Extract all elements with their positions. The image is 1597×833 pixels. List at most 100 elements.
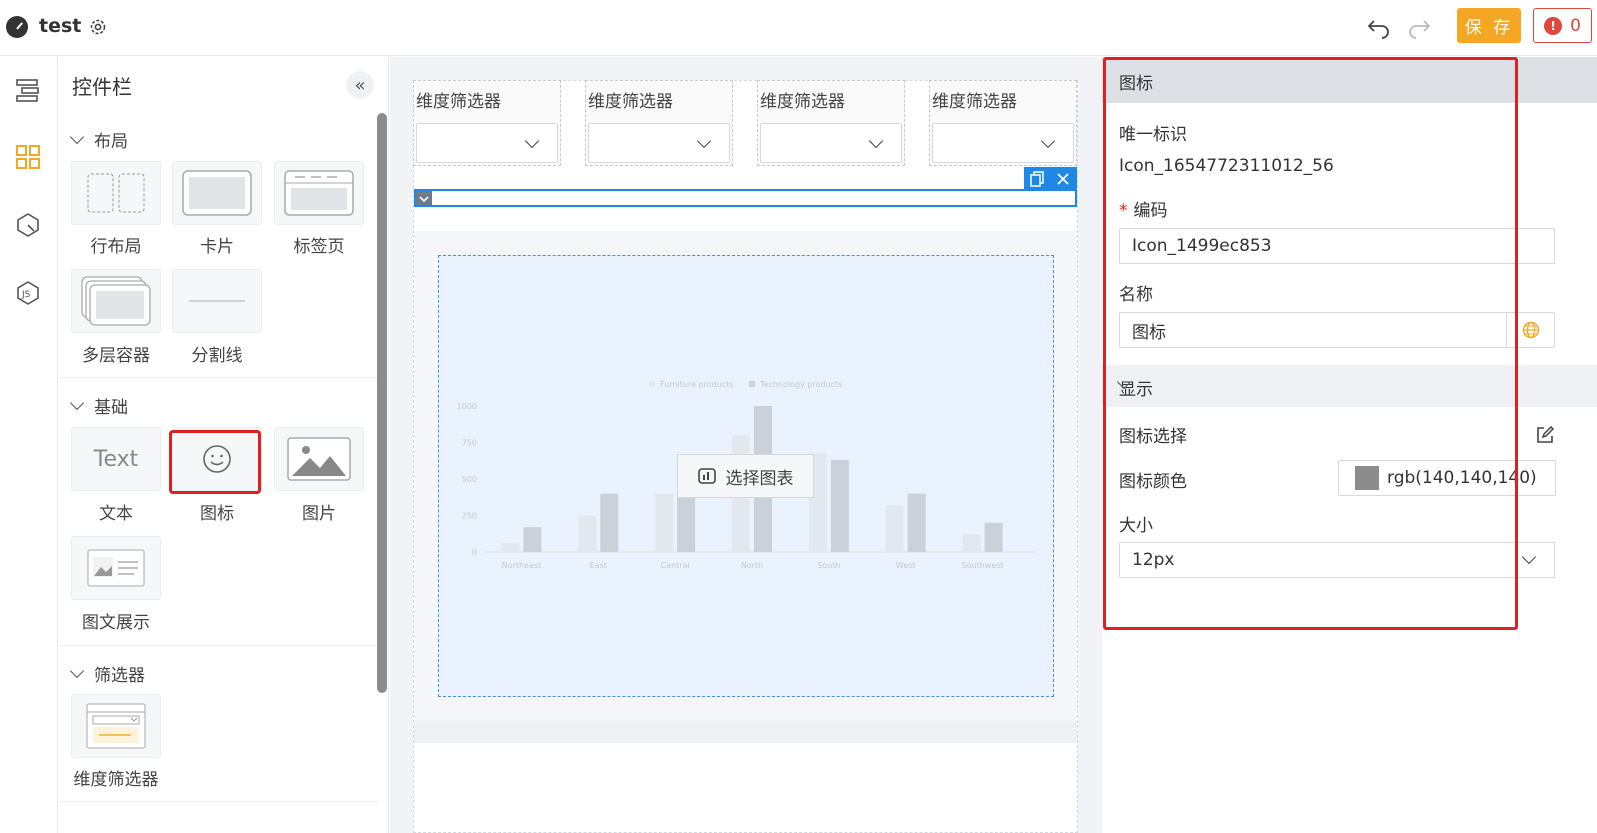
tile-label: 图标	[200, 504, 234, 524]
dimension-filter-widget[interactable]: 维度筛选器	[929, 80, 1077, 166]
filter-select[interactable]	[588, 123, 730, 163]
filter-select[interactable]	[932, 123, 1074, 163]
chart-bar	[523, 527, 542, 552]
size-label: 大小	[1119, 516, 1153, 536]
icon-color-value: rgb(140,140,140)	[1387, 468, 1537, 488]
tile-label: 图片	[302, 504, 336, 524]
x-tick-label: Central	[661, 561, 690, 570]
chart-bar	[655, 493, 674, 552]
group-divider	[59, 801, 377, 802]
tile-label: 多层容器	[82, 346, 150, 366]
canvas-strip	[414, 721, 1077, 743]
group-title: 布局	[94, 132, 128, 152]
widgets-grid-icon[interactable]	[14, 143, 42, 171]
chart-bar	[578, 515, 597, 552]
tile-image[interactable]	[274, 427, 364, 491]
filter-label: 维度筛选器	[416, 92, 501, 112]
filter-label: 维度筛选器	[760, 92, 845, 112]
filter-select[interactable]	[416, 123, 558, 163]
name-label: 名称	[1119, 285, 1153, 305]
tile-label: 图文展示	[82, 613, 150, 633]
legend-swatch	[749, 381, 755, 387]
left-icon-rail: JS	[0, 57, 58, 833]
chart-bar	[907, 493, 926, 552]
size-select[interactable]: 12px	[1119, 542, 1555, 578]
filter-select[interactable]	[760, 123, 902, 163]
tile-row-layout[interactable]	[71, 161, 161, 225]
dimension-filter-widget[interactable]: 维度筛选器	[585, 80, 733, 166]
group-divider	[59, 645, 377, 646]
y-tick-label: 250	[462, 512, 477, 521]
gear-icon[interactable]	[88, 17, 108, 37]
display-section-header[interactable]: 显示	[1102, 365, 1597, 407]
image-text-icon	[87, 549, 145, 587]
chevron-down-icon	[1040, 133, 1056, 149]
icon-color-picker[interactable]: rgb(140,140,140)	[1338, 460, 1556, 496]
component-hexagon-icon[interactable]	[14, 211, 42, 239]
legend-entry: Technology products	[759, 380, 842, 389]
group-header-layout[interactable]: 布局	[69, 127, 128, 152]
tile-label: 维度筛选器	[73, 770, 159, 790]
code-input[interactable]: Icon_1499ec853	[1119, 228, 1555, 264]
y-tick-label: 0	[472, 548, 477, 557]
selection-toolbar	[1024, 167, 1077, 191]
x-tick-label: East	[590, 561, 607, 570]
copy-icon[interactable]	[1024, 167, 1050, 191]
image-icon	[287, 437, 351, 481]
color-swatch	[1355, 466, 1379, 490]
redo-icon[interactable]	[1406, 15, 1432, 39]
chart-bar	[501, 543, 520, 552]
multi-container-icon	[81, 276, 151, 326]
row-layout-icon	[87, 173, 145, 213]
y-tick-label: 1000	[457, 402, 477, 411]
tile-card[interactable]	[172, 161, 262, 225]
chart-bar	[600, 493, 619, 552]
icon-color-label: 图标颜色	[1119, 472, 1187, 492]
panel-scrollbar[interactable]	[377, 113, 387, 693]
chevron-down-icon	[1521, 549, 1537, 565]
tile-tabs[interactable]	[274, 161, 364, 225]
x-tick-label: Southwest	[962, 561, 1004, 570]
tile-multi-container[interactable]	[71, 269, 161, 333]
globe-icon	[1522, 321, 1539, 339]
error-count-button[interactable]: ! 0	[1533, 8, 1592, 43]
name-input[interactable]: 图标	[1119, 312, 1555, 348]
chart-select-icon	[697, 468, 716, 484]
i18n-button[interactable]	[1506, 313, 1554, 347]
undo-icon[interactable]	[1366, 15, 1392, 39]
group-header-filter[interactable]: 筛选器	[69, 661, 145, 686]
chevron-down-icon	[696, 133, 712, 149]
edit-icon[interactable]	[1536, 426, 1554, 444]
svg-text:JS: JS	[21, 290, 31, 300]
tabs-icon	[284, 170, 354, 216]
nodejs-icon[interactable]: JS	[14, 279, 42, 307]
x-tick-label: West	[896, 561, 916, 570]
legend-swatch	[649, 381, 655, 387]
group-title: 筛选器	[94, 666, 145, 686]
tile-divider[interactable]	[172, 269, 262, 333]
tile-image-text[interactable]	[71, 536, 161, 600]
group-divider	[59, 377, 377, 378]
tile-text[interactable]: Text	[71, 427, 161, 491]
collapse-panel-button[interactable]: «	[346, 71, 374, 99]
tile-label: 标签页	[293, 237, 345, 257]
chevron-down-icon	[524, 133, 540, 149]
divider-icon	[189, 300, 245, 302]
outline-tree-icon[interactable]	[14, 76, 42, 104]
dimension-filter-widget[interactable]: 维度筛选器	[413, 80, 561, 166]
choose-chart-button[interactable]: 选择图表	[677, 454, 814, 498]
size-value: 12px	[1132, 550, 1175, 570]
tile-label: 分割线	[191, 346, 243, 366]
tile-dimension-filter[interactable]	[71, 694, 161, 758]
group-title: 基础	[94, 398, 128, 418]
app-title: test	[39, 15, 82, 37]
save-button[interactable]: 保 存	[1457, 8, 1521, 43]
dimension-filter-icon	[86, 703, 146, 749]
unique-id-label: 唯一标识	[1119, 125, 1187, 145]
chart-bar	[830, 460, 849, 552]
close-icon[interactable]	[1050, 167, 1076, 191]
group-header-basic[interactable]: 基础	[69, 393, 128, 418]
selected-icon-widget[interactable]	[414, 189, 1077, 207]
dimension-filter-widget[interactable]: 维度筛选器	[757, 80, 905, 166]
widget-panel: 控件栏 « 布局 行布局 卡片 标签页 多层容器 分割线 基础 Text 文本 …	[59, 57, 389, 833]
